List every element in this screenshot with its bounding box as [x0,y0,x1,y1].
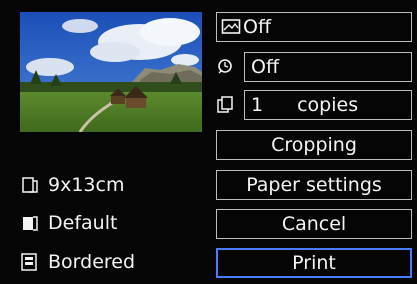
paper-settings-button[interactable]: Paper settings [216,170,412,200]
cancel-button[interactable]: Cancel [216,209,412,239]
layout-icon [20,252,40,272]
picture-effect-icon [221,18,241,36]
copies-value: 1 [251,94,264,116]
paper-size-info: 9x13cm [20,172,124,198]
paper-size-icon [20,175,40,195]
paper-type-icon [20,213,40,233]
date-print-setting[interactable]: Off [216,52,412,82]
print-settings-screen: Off Off 1 copies Cropping Paper settings… [0,0,417,284]
paper-type-info: Default [20,210,117,236]
paper-size-label: 9x13cm [48,174,125,196]
copies-value-box[interactable]: 1 copies [244,90,412,120]
layout-info: Bordered [20,249,135,275]
date-print-value: Off [251,56,280,78]
image-preview [20,12,202,132]
copies-unit-label: copies [297,94,359,116]
cropping-button[interactable]: Cropping [216,130,412,160]
image-effect-value: Off [243,16,272,38]
copies-setting[interactable]: 1 copies [216,90,412,120]
date-icon [216,52,244,82]
image-effect-setting[interactable]: Off [216,12,412,42]
paper-type-label: Default [48,212,118,234]
layout-label: Bordered [48,251,136,273]
landscape-photo [20,12,202,132]
copies-icon [216,90,244,120]
date-print-value-box[interactable]: Off [244,52,412,82]
print-button[interactable]: Print [216,248,412,278]
